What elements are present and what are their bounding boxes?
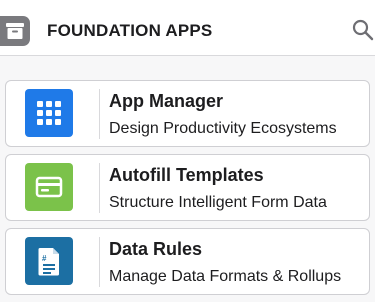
card-divider: [99, 89, 100, 139]
svg-text:#: #: [42, 254, 47, 263]
card-divider: [99, 163, 100, 213]
document-rules-icon: #: [25, 237, 73, 285]
app-description: Manage Data Formats & Rollups: [109, 268, 342, 285]
app-description: Structure Intelligent Form Data: [109, 194, 327, 211]
app-header: FOUNDATION APPS: [0, 0, 375, 56]
app-card-autofill-templates[interactable]: Autofill Templates Structure Intelligent…: [5, 154, 370, 221]
archive-box-icon: [0, 16, 30, 46]
app-title: Autofill Templates: [109, 165, 264, 185]
app-card-app-manager[interactable]: App Manager Design Productivity Ecosyste…: [5, 80, 370, 147]
app-description: Design Productivity Ecosystems: [109, 120, 337, 137]
app-card-data-rules[interactable]: # Data Rules Manage Data Formats & Rollu…: [5, 228, 370, 295]
search-button[interactable]: [352, 19, 374, 41]
page-title: FOUNDATION APPS: [47, 21, 213, 40]
app-title: Data Rules: [109, 239, 203, 259]
app-title: App Manager: [109, 91, 224, 111]
search-icon: [352, 19, 374, 41]
form-card-icon: [25, 163, 73, 211]
card-divider: [99, 237, 100, 287]
grid-apps-icon: [25, 89, 73, 137]
